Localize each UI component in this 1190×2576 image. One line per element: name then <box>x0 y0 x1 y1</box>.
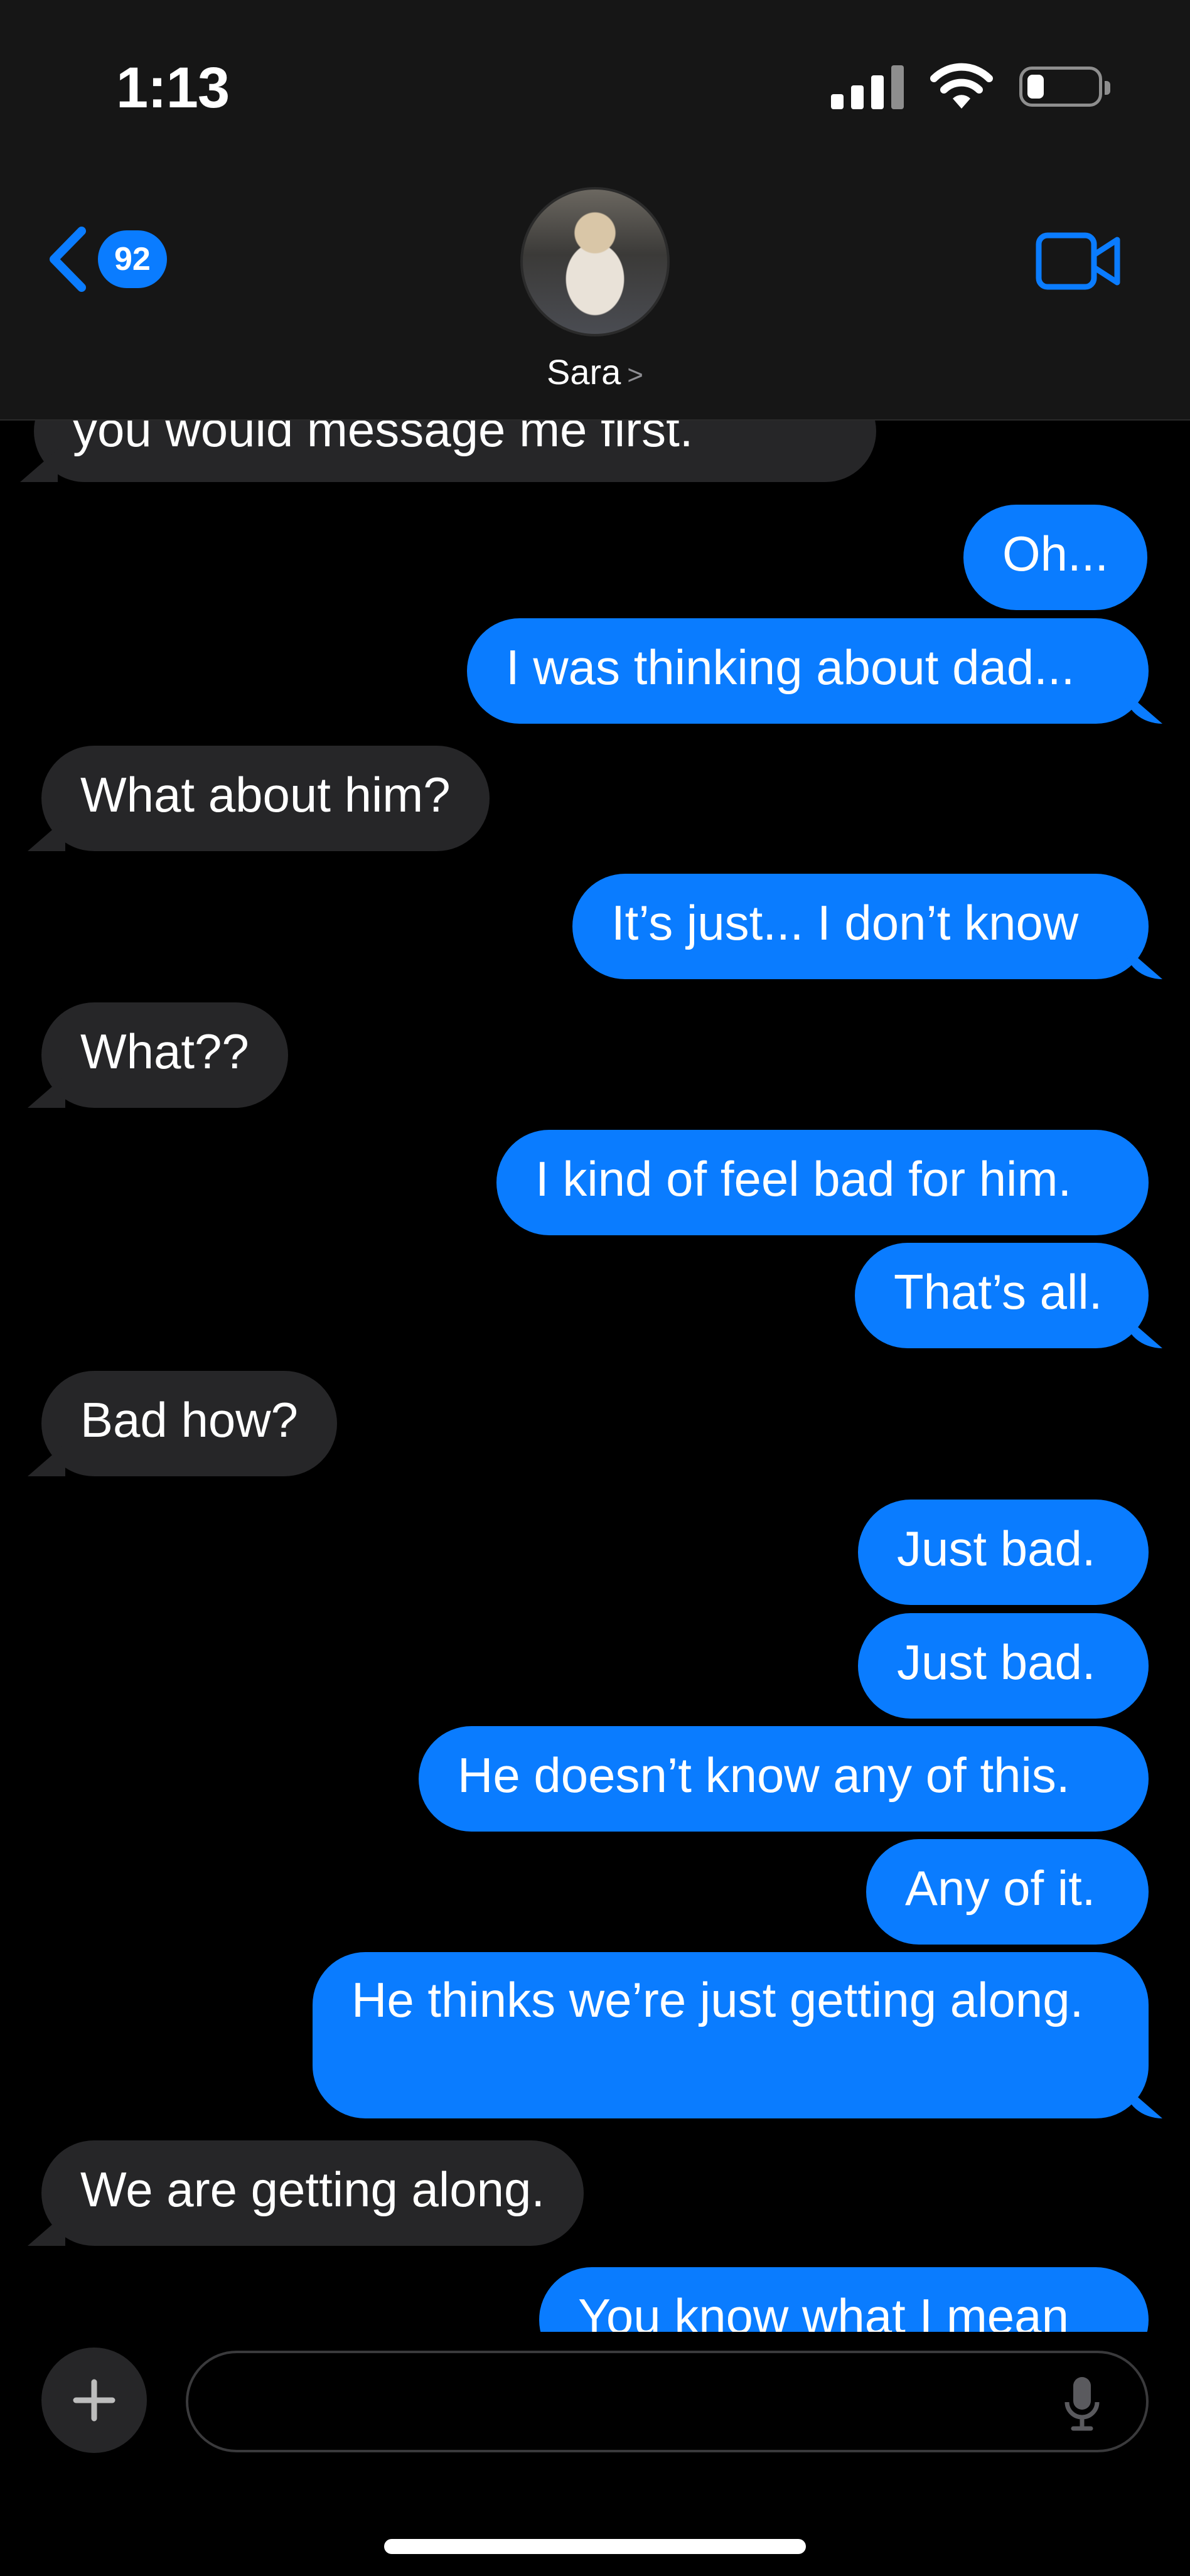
message-text: What?? <box>80 1024 249 1079</box>
message-text: What about him? <box>80 767 451 822</box>
contact-name: Sara <box>547 352 621 392</box>
conversation-header: 1:13 92 Sara > <box>0 0 1190 421</box>
video-call-icon[interactable] <box>1036 232 1121 290</box>
unread-count-badge: 92 <box>98 230 167 288</box>
message-bubble-incoming[interactable]: What about him? <box>41 746 490 851</box>
message-bubble-outgoing[interactable]: That’s all. <box>855 1243 1149 1348</box>
message-text: I was thinking about dad... <box>506 640 1075 695</box>
message-bubble-outgoing[interactable]: Oh... <box>963 505 1148 610</box>
message-text: He doesn’t know any of this. <box>458 1747 1070 1803</box>
message-bubble-outgoing[interactable]: I kind of feel bad for him. <box>496 1130 1149 1235</box>
back-chevron-icon <box>50 227 86 292</box>
cellular-signal-icon <box>831 64 904 109</box>
messages-screen: you would message me first. Oh... I was … <box>0 0 1190 2576</box>
plus-icon <box>73 2379 115 2422</box>
message-bubble-outgoing[interactable]: Any of it. <box>866 1839 1149 1945</box>
message-bubble-outgoing[interactable]: I was thinking about dad... <box>467 618 1149 724</box>
status-icons <box>831 62 1110 112</box>
message-input[interactable] <box>186 2351 1149 2452</box>
message-text: Oh... <box>1002 526 1109 581</box>
status-time: 1:13 <box>116 56 230 120</box>
contact-chevron-icon: > <box>627 360 643 390</box>
message-text: I kind of feel bad for him. <box>535 1151 1072 1206</box>
wifi-icon <box>930 63 993 109</box>
back-button[interactable]: 92 <box>46 226 167 292</box>
message-bubble-outgoing[interactable]: Just bad. <box>858 1500 1149 1605</box>
message-text: Just bad. <box>897 1634 1096 1690</box>
message-bubble-incoming[interactable]: What?? <box>41 1002 288 1108</box>
microphone-icon[interactable] <box>1063 2375 1101 2432</box>
message-bubble-outgoing[interactable]: He doesn’t know any of this. <box>419 1726 1149 1832</box>
add-attachment-button[interactable] <box>41 2348 147 2453</box>
message-text: He thinks we’re just getting along. <box>351 1972 1084 2027</box>
message-text: Bad how? <box>80 1392 298 1447</box>
message-bubble-outgoing[interactable]: Just bad. <box>858 1613 1149 1719</box>
home-indicator[interactable] <box>384 2539 806 2554</box>
contact-avatar[interactable] <box>520 187 670 336</box>
message-text: Any of it. <box>905 1860 1096 1916</box>
contact-name-button[interactable]: Sara > <box>0 352 1190 392</box>
message-bubble-outgoing[interactable]: He thinks we’re just getting along. <box>313 1952 1149 2118</box>
message-text: Just bad. <box>897 1521 1096 1576</box>
message-text: It’s just... I don’t know <box>611 895 1079 950</box>
message-text: We are getting along. <box>80 2162 545 2217</box>
message-bubble-incoming[interactable]: We are getting along. <box>41 2140 584 2246</box>
message-bubble-incoming[interactable]: Bad how? <box>41 1371 337 1476</box>
message-bubble-outgoing[interactable]: It’s just... I don’t know <box>572 874 1149 979</box>
message-text: That’s all. <box>894 1264 1103 1319</box>
battery-icon <box>1019 67 1110 107</box>
